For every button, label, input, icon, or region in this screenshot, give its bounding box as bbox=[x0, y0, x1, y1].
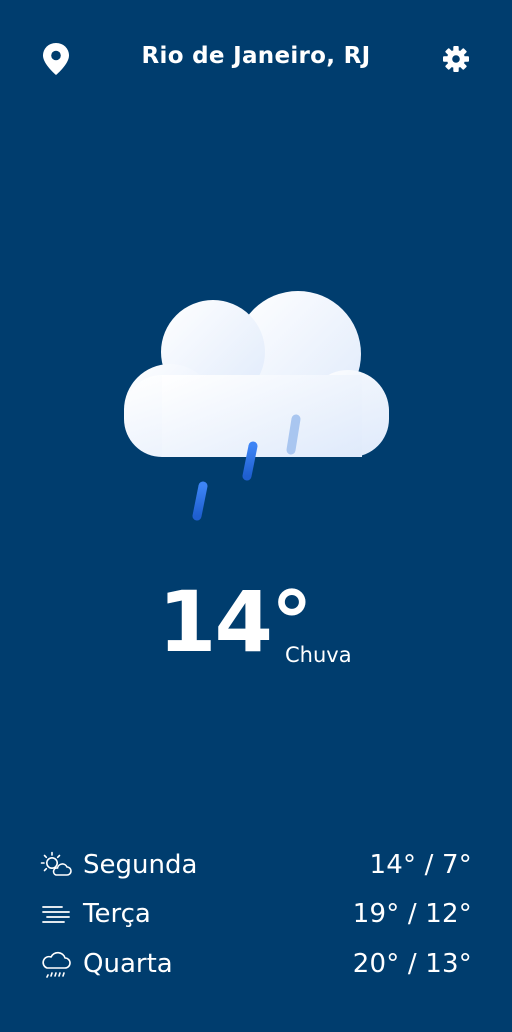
forecast-row[interactable]: Quarta 20° / 13° bbox=[40, 939, 472, 989]
forecast-day: Terça bbox=[83, 899, 151, 930]
forecast-range: 19° / 12° bbox=[352, 899, 472, 930]
forecast-row[interactable]: Terça 19° / 12° bbox=[40, 890, 472, 940]
forecast-day: Quarta bbox=[83, 948, 173, 979]
cloud-rain-icon bbox=[124, 291, 389, 521]
city-name: Rio de Janeiro, RJ bbox=[141, 43, 371, 69]
forecast-range: 14° / 7° bbox=[369, 849, 472, 880]
forecast-day: Segunda bbox=[83, 849, 198, 880]
forecast-range: 20° / 13° bbox=[352, 948, 472, 979]
gear-icon[interactable] bbox=[442, 45, 470, 73]
cloud-drizzle-icon bbox=[42, 951, 71, 978]
header: Rio de Janeiro, RJ bbox=[0, 30, 512, 88]
sun-cloud-icon bbox=[40, 851, 72, 876]
forecast-list: Segunda 14° / 7° Terça 19° / 12° Quarta … bbox=[40, 840, 472, 989]
weather-screen: Rio de Janeiro, RJ 14° Chuva Segunda 14°… bbox=[0, 0, 512, 1032]
fog-icon bbox=[42, 906, 70, 924]
forecast-row[interactable]: Segunda 14° / 7° bbox=[40, 840, 472, 890]
current-condition: Chuva bbox=[285, 643, 352, 667]
